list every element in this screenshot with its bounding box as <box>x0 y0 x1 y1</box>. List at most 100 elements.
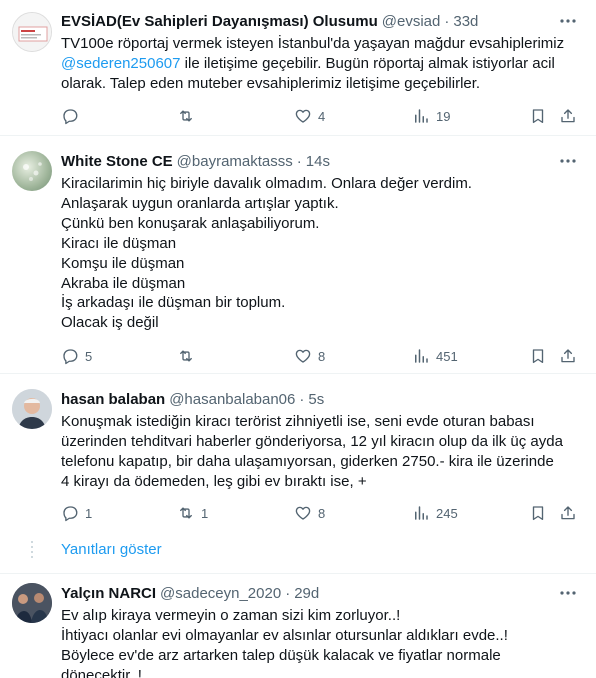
share-button[interactable] <box>559 105 577 127</box>
tweet-text: Kiracilarimin hiç biriyle davalık olmadı… <box>61 174 582 333</box>
user-handle[interactable]: @hasanbalaban06 <box>169 391 295 408</box>
heart-icon <box>295 109 311 123</box>
tweet-text-line: Kiracı ile düşman <box>61 234 177 252</box>
user-handle[interactable]: @evsiad <box>382 13 441 30</box>
tweet[interactable]: Yalçın NARCI @sadeceyn_2020 · 29d Ev alı… <box>0 574 596 678</box>
separator-dot: · <box>299 390 305 408</box>
avatar[interactable] <box>12 151 52 191</box>
view-count: 451 <box>436 348 458 364</box>
timestamp[interactable]: 29d <box>294 585 319 602</box>
more-icon[interactable] <box>558 153 578 169</box>
retweet-icon <box>180 110 192 122</box>
reply-icon <box>63 506 78 522</box>
bookmark-icon <box>532 349 544 364</box>
tweet-text-line: Ev alıp kiraya vermeyin o zaman sizi kim… <box>61 607 401 624</box>
group-photo-icon <box>12 583 52 623</box>
views-icon <box>415 109 428 123</box>
like-button[interactable]: 8 <box>294 345 325 367</box>
views-button[interactable]: 19 <box>412 105 450 127</box>
stone-photo-icon <box>23 162 42 181</box>
timestamp[interactable]: 14s <box>306 153 330 170</box>
tweet-text-line: olarak. Talep eden muteber evsahiplerimi… <box>61 74 481 92</box>
view-count: 245 <box>436 505 458 521</box>
share-icon <box>561 349 575 363</box>
display-name[interactable]: White Stone CE <box>61 153 173 170</box>
tweet-text-line: üzerinden tehditvari haberler gönderiyor… <box>61 432 563 450</box>
tweet-text-line: Kiracilarimin hiç biriyle davalık olmadı… <box>61 175 472 192</box>
more-icon[interactable] <box>558 13 578 29</box>
timestamp[interactable]: 5s <box>308 391 324 408</box>
show-replies-link[interactable]: Yanıtları göster <box>61 541 162 558</box>
retweet-count: 1 <box>201 505 209 521</box>
views-button[interactable]: 245 <box>412 502 458 524</box>
tweet-text-line: İş arkadaşı ile düşman bir toplum. <box>61 294 286 312</box>
retweet-button[interactable] <box>177 105 201 127</box>
tweet[interactable]: White Stone CE @bayramaktasss · 14s Kira… <box>0 136 596 373</box>
avatar[interactable] <box>12 12 52 52</box>
display-name[interactable]: hasan balaban <box>61 391 165 408</box>
reply-icon <box>63 109 78 125</box>
like-count: 8 <box>318 348 326 364</box>
views-button[interactable]: 451 <box>412 345 458 367</box>
tweet-text-line: Konuşmak istediğin kiracı terörist zihni… <box>61 413 535 430</box>
share-button[interactable] <box>559 345 577 367</box>
reply-count: 1 <box>85 505 93 521</box>
reply-button[interactable]: 1 <box>61 502 92 524</box>
user-photo-icon <box>12 389 52 429</box>
views-icon <box>415 349 428 363</box>
share-button[interactable] <box>559 502 577 524</box>
tweet-text: Ev alıp kiraya vermeyin o zaman sizi kim… <box>61 606 582 678</box>
tweet-text-line: Komşu ile düşman <box>61 254 185 272</box>
timestamp[interactable]: 33d <box>453 13 478 30</box>
bookmark-icon <box>532 506 544 521</box>
tweet-actions: 5 8 451 <box>61 345 582 367</box>
tweet-text: TV100e röportaj vermek isteyen İstanbul'… <box>61 34 582 94</box>
mention-link[interactable]: @sederen250607 <box>61 55 181 72</box>
avatar[interactable] <box>12 389 52 429</box>
separator-dot: · <box>285 584 291 602</box>
bookmark-button[interactable] <box>529 345 547 367</box>
thread-dots <box>31 541 33 561</box>
views-icon <box>415 506 428 520</box>
tweet-text-line: Akraba ile düşman <box>61 274 186 292</box>
share-icon <box>561 506 575 520</box>
retweet-icon <box>180 350 192 362</box>
reply-count: 5 <box>85 348 93 364</box>
share-icon <box>561 109 575 123</box>
heart-icon <box>295 349 311 363</box>
tweet-actions: 4 19 <box>61 105 582 127</box>
tweet-actions: 1 1 8 245 <box>61 502 582 524</box>
tweet[interactable]: EVSİAD(Ev Sahipleri Dayanışması) Olusumu… <box>0 0 596 135</box>
tweet-text-line: İhtiyacı olanlar evi olmayanlar ev alsın… <box>61 626 508 644</box>
tweet-text-line: dönecektir..! <box>61 666 142 678</box>
reply-button[interactable]: 5 <box>61 345 92 367</box>
separator-dot: · <box>296 152 302 170</box>
like-button[interactable]: 4 <box>294 105 325 127</box>
tweet-text-line: Çünkü ben konuşarak anlaşabiliyorum. <box>61 214 320 232</box>
tweet-text-line: telefonu kapatıp, bir daha ulaşamıyorsan… <box>61 452 554 470</box>
like-count: 4 <box>318 108 326 124</box>
retweet-button[interactable]: 1 <box>177 502 208 524</box>
display-name[interactable]: EVSİAD(Ev Sahipleri Dayanışması) Olusumu <box>61 13 378 30</box>
tweet-text-line: TV100e röportaj vermek isteyen İstanbul'… <box>61 35 565 52</box>
reply-icon <box>63 349 78 365</box>
tweet[interactable]: hasan balaban @hasanbalaban06 · 5s Konuş… <box>0 374 596 540</box>
heart-icon <box>295 506 311 520</box>
retweet-button[interactable] <box>177 345 201 367</box>
tweet-text-line: Anlaşarak uygun oranlarda artışlar yaptı… <box>61 194 339 212</box>
view-count: 19 <box>436 108 451 124</box>
tweet-text: Konuşmak istediğin kiracı terörist zihni… <box>61 412 582 492</box>
user-handle[interactable]: @bayramaktasss <box>177 153 293 170</box>
reply-button[interactable] <box>61 105 85 127</box>
bookmark-button[interactable] <box>529 502 547 524</box>
bookmark-button[interactable] <box>529 105 547 127</box>
avatar[interactable] <box>12 583 52 623</box>
tweet-text-line: ile iletişime geçebilir. Bugün röportaj … <box>180 54 555 72</box>
tweet-text-line: 4 kirayı da ödemeden, leş gibi ev bırakt… <box>61 472 367 490</box>
retweet-icon <box>180 507 192 519</box>
like-button[interactable]: 8 <box>294 502 325 524</box>
user-handle[interactable]: @sadeceyn_2020 <box>160 585 281 602</box>
display-name[interactable]: Yalçın NARCI <box>61 585 156 602</box>
more-icon[interactable] <box>558 585 578 601</box>
bookmark-icon <box>532 109 544 124</box>
